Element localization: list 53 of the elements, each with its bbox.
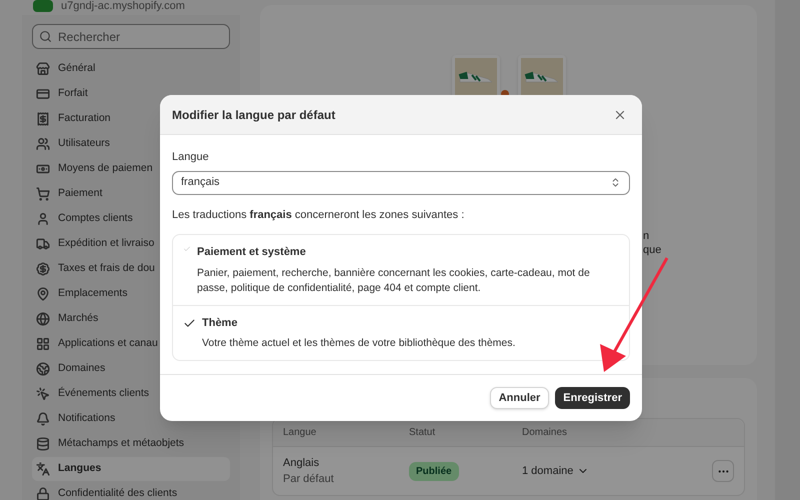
truck-icon (36, 237, 50, 251)
sneaker-icon (458, 70, 494, 84)
search-field[interactable]: Rechercher (32, 24, 230, 49)
sidebar-item[interactable]: Événements clients (32, 382, 230, 406)
sidebar-item[interactable]: Métachamps et métaobjets (32, 432, 230, 456)
column-header: Statut (409, 426, 436, 440)
cart-icon (36, 187, 50, 201)
save-button[interactable]: Enregistrer (555, 387, 630, 409)
language-name: Anglais (283, 456, 320, 470)
language-select[interactable]: français (172, 170, 630, 194)
globe-icon (36, 362, 50, 376)
select-chevrons-icon (610, 177, 621, 188)
card-text: n (643, 229, 650, 243)
zone-description: Votre thème actuel et les thèmes de votre bibliothèque des thèmes. (202, 336, 516, 351)
grid-icon (36, 337, 50, 351)
field-label: Langue (172, 150, 210, 165)
sidebar-item[interactable]: Notifications (32, 407, 230, 431)
column-header: Domaines (522, 426, 568, 440)
receipt-icon (36, 112, 50, 126)
sidebar-item[interactable]: Domaines (32, 357, 230, 381)
dialog-title: Modifier la langue par défaut (172, 106, 336, 124)
globe-icon (36, 312, 50, 326)
users-icon (36, 137, 50, 151)
sidebar-item[interactable]: Forfait (32, 82, 230, 106)
zone-title: Thème (202, 316, 238, 330)
cancel-button[interactable]: Annuler (490, 387, 550, 409)
money-bag-icon (36, 262, 50, 276)
status-badge: Publiée (409, 462, 459, 480)
zone-title: Paiement et système (197, 245, 307, 260)
store-domain: u7gndj-ac.myshopify.com (61, 0, 185, 12)
intro-text: Les traductions français concerneront les zones suivantes : (172, 208, 466, 222)
card-text: que (643, 243, 662, 257)
store-logo (33, 0, 53, 12)
column-header: Langue (283, 426, 318, 440)
bell-icon (36, 412, 50, 426)
sidebar-item[interactable]: Langues (32, 457, 230, 481)
store-icon (36, 62, 50, 76)
domains-dropdown[interactable]: 1 domaine (522, 462, 590, 480)
pointer-icon (36, 387, 50, 401)
search-icon (39, 30, 52, 43)
banknote-icon (36, 162, 50, 176)
default-note: Par défaut (283, 472, 335, 487)
sidebar-item[interactable]: Confidentialité des clients (32, 482, 230, 500)
person-icon (36, 212, 50, 226)
card-icon (36, 87, 50, 101)
sidebar-item[interactable]: Général (32, 57, 230, 81)
database-icon (36, 437, 50, 451)
pin-icon (36, 287, 50, 301)
lock-icon (36, 487, 50, 500)
zone-description: Panier, paiement, recherche, bannière concernant les cookies, carte-cadeau, mot de passe, politique de confidentialité, page 404 et compte client. (197, 266, 591, 296)
more-actions-button[interactable] (712, 460, 734, 482)
sneaker-icon (524, 70, 560, 84)
language-icon (36, 462, 50, 476)
